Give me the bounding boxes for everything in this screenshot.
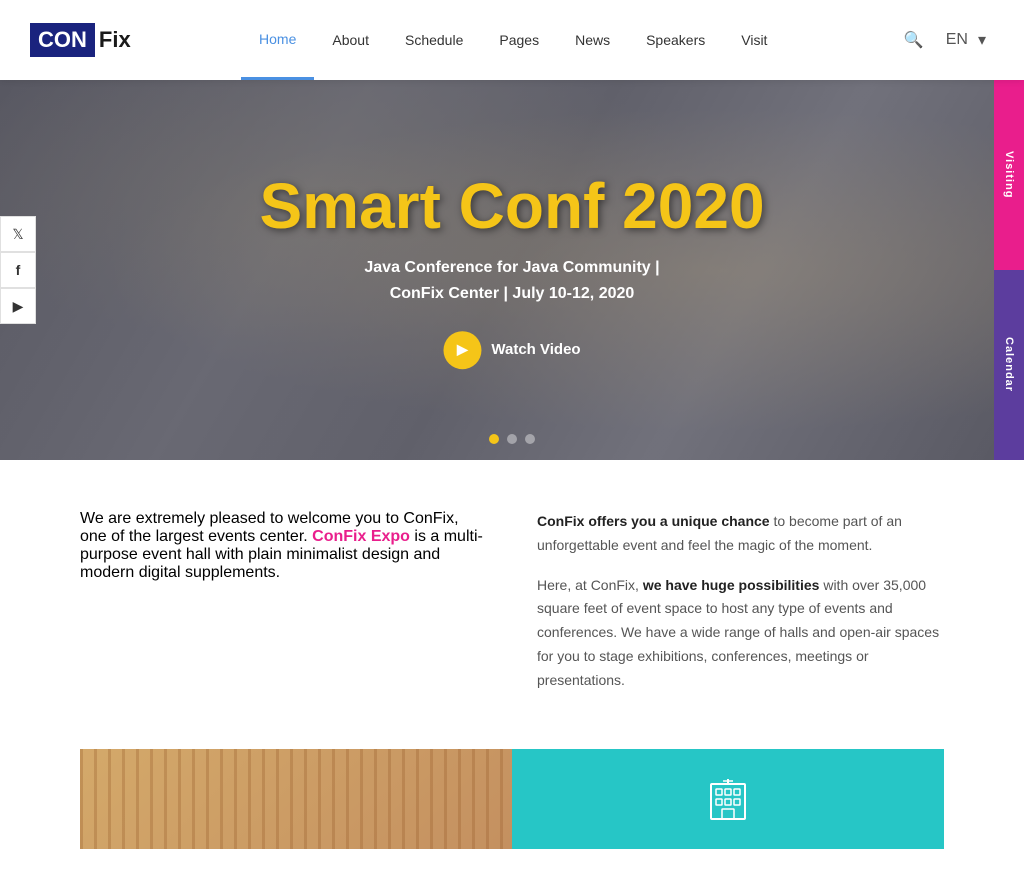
building-icon bbox=[703, 774, 753, 824]
nav-home[interactable]: Home bbox=[241, 0, 314, 80]
slider-dot-3[interactable] bbox=[525, 434, 535, 444]
nav-schedule[interactable]: Schedule bbox=[387, 0, 481, 80]
about-left: We are extremely pleased to welcome you … bbox=[80, 510, 487, 709]
venue-image-card bbox=[80, 749, 512, 849]
about-right: ConFix offers you a unique chance to bec… bbox=[537, 510, 944, 709]
slider-dot-1[interactable] bbox=[489, 434, 499, 444]
brand-link[interactable]: ConFix Expo bbox=[312, 528, 410, 545]
logo-fix: Fix bbox=[95, 23, 135, 57]
nav-news[interactable]: News bbox=[557, 0, 628, 80]
main-content: We are extremely pleased to welcome you … bbox=[0, 460, 1024, 879]
facebook-button[interactable]: f bbox=[0, 252, 36, 288]
logo-con: CON bbox=[30, 23, 95, 57]
nav-utilities: 🔍 EN ▾ bbox=[900, 22, 994, 58]
main-nav: Home About Schedule Pages News Speakers … bbox=[241, 0, 785, 80]
hero-content: Smart Conf 2020 Java Conference for Java… bbox=[259, 171, 764, 369]
right-text-2-intro: Here, at ConFix, bbox=[537, 577, 643, 593]
slider-dots bbox=[489, 434, 535, 444]
hero-title: Smart Conf 2020 bbox=[259, 171, 764, 241]
twitter-icon: 𝕏 bbox=[12, 226, 23, 243]
language-selector[interactable]: EN ▾ bbox=[938, 22, 994, 58]
nav-pages[interactable]: Pages bbox=[481, 0, 557, 80]
hero-section: 𝕏 f ▶ Smart Conf 2020 Java Conference fo… bbox=[0, 80, 1024, 460]
about-grid: We are extremely pleased to welcome you … bbox=[80, 510, 944, 709]
site-header: CONFix Home About Schedule Pages News Sp… bbox=[0, 0, 1024, 80]
watch-video-button[interactable]: ▶ Watch Video bbox=[443, 331, 580, 369]
calendar-tab[interactable]: Calendar bbox=[994, 270, 1024, 460]
search-icon[interactable]: 🔍 bbox=[900, 26, 928, 54]
slider-dot-2[interactable] bbox=[507, 434, 517, 444]
nav-about[interactable]: About bbox=[314, 0, 387, 80]
youtube-icon: ▶ bbox=[13, 298, 24, 315]
twitter-button[interactable]: 𝕏 bbox=[0, 216, 36, 252]
right-text-2-rest: with over 35,000 square feet of event sp… bbox=[537, 577, 939, 688]
visiting-tab[interactable]: Visiting bbox=[994, 80, 1024, 270]
nav-speakers[interactable]: Speakers bbox=[628, 0, 723, 80]
right-sidebar: Visiting Calendar bbox=[994, 80, 1024, 460]
social-sidebar: 𝕏 f ▶ bbox=[0, 216, 36, 324]
hero-subtitle: Java Conference for Java Community | Con… bbox=[259, 256, 764, 307]
logo[interactable]: CONFix bbox=[30, 23, 135, 57]
youtube-button[interactable]: ▶ bbox=[0, 288, 36, 324]
facebook-icon: f bbox=[16, 262, 21, 278]
right-bold-1: ConFix offers you a unique chance bbox=[537, 513, 770, 529]
nav-visit[interactable]: Visit bbox=[723, 0, 785, 80]
right-bold-2: we have huge possibilities bbox=[643, 577, 820, 593]
play-icon: ▶ bbox=[443, 331, 481, 369]
bottom-cards bbox=[80, 749, 944, 849]
building-icon-card bbox=[512, 749, 944, 849]
